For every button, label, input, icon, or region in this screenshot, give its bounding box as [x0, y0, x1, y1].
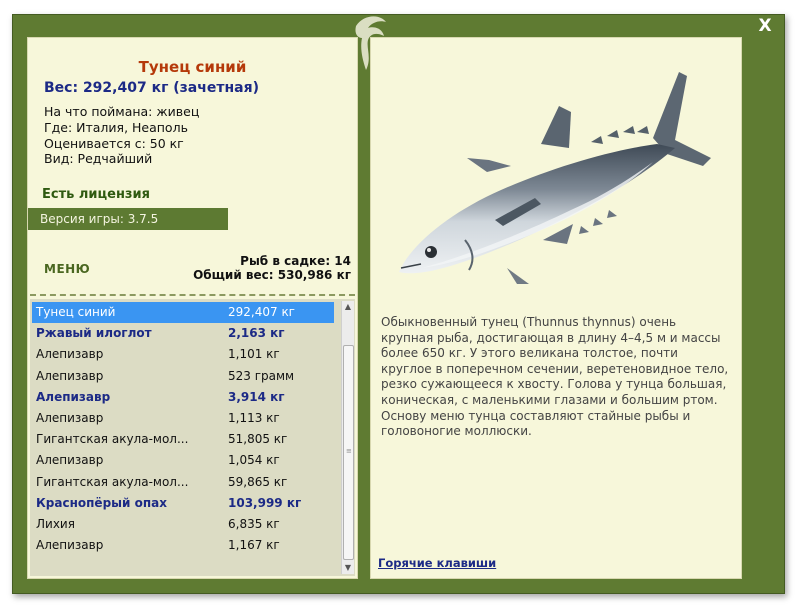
close-button[interactable]: X — [754, 15, 776, 37]
scroll-down-arrow-icon[interactable]: ▼ — [342, 562, 354, 574]
rarity: Вид: Редчайший — [44, 151, 153, 166]
list-item[interactable]: Алепизавр 1,101 кг — [32, 344, 334, 365]
catch-location: Где: Италия, Неаполь — [44, 120, 188, 135]
list-item-weight: 6,835 кг — [228, 516, 280, 531]
list-item-weight: 59,865 кг — [228, 474, 288, 489]
fish-description: Обыкновенный тунец (Thunnus thynnus) оче… — [381, 315, 729, 439]
list-item-name: Алепизавр — [36, 347, 104, 362]
list-item-name: Тунец синий — [36, 305, 116, 319]
list-item[interactable]: Гигантская акула-мол... 51,805 кг — [32, 429, 334, 450]
caught-with: На что поймана: живец — [44, 104, 200, 119]
list-item-name: Алепизавр — [36, 453, 104, 468]
catch-list-rows: Тунец синий 292,407 кг Ржавый илоглот 2,… — [32, 302, 334, 556]
fish-weight: Вес: 292,407 кг (зачетная) — [44, 80, 259, 96]
list-item-weight: 1,101 кг — [228, 347, 280, 362]
list-scrollbar[interactable]: ▲ ≡ ▼ — [341, 301, 354, 574]
list-item[interactable]: Алепизавр 3,914 кг — [32, 387, 334, 408]
list-item-weight: 103,999 кг — [228, 495, 302, 510]
fish-info-panel: Тунец синий Вес: 292,407 кг (зачетная) Н… — [27, 37, 358, 579]
list-item[interactable]: Алепизавр 1,167 кг — [32, 535, 334, 556]
list-item-name: Краснопёрый опах — [36, 495, 167, 510]
list-item-name: Гигантская акула-мол... — [36, 432, 189, 447]
value-threshold: Оценивается с: 50 кг — [44, 136, 184, 151]
game-version: Версия игры: 3.7.5 — [28, 208, 228, 230]
list-item-weight: 3,914 кг — [228, 389, 285, 404]
list-item-name: Лихия — [36, 516, 75, 531]
list-item[interactable]: Ржавый илоглот 2,163 кг — [32, 323, 334, 344]
list-item-weight: 523 грамм — [228, 368, 295, 383]
license-status: Есть лицензия — [42, 187, 150, 202]
list-item-weight: 1,113 кг — [228, 410, 280, 425]
keepnet-count: Рыб в садке: 14 — [240, 254, 351, 268]
fish-name-title: Тунец синий — [138, 58, 247, 76]
scrollbar-thumb[interactable]: ≡ — [343, 345, 354, 560]
dashed-divider — [30, 294, 355, 296]
menu-button[interactable]: МЕНЮ — [44, 262, 90, 276]
list-item-weight: 1,167 кг — [228, 538, 280, 553]
close-icon: X — [758, 16, 772, 36]
list-item-name: Алепизавр — [36, 368, 104, 383]
bluefin-tuna-illustration — [399, 72, 711, 284]
list-item[interactable]: Гигантская акула-мол... 59,865 кг — [32, 472, 334, 493]
list-item-weight: 292,407 кг — [228, 305, 295, 319]
list-item-weight: 1,054 кг — [228, 453, 280, 468]
list-item-name: Алепизавр — [36, 410, 104, 425]
total-weight: Общий вес: 530,986 кг — [193, 268, 351, 282]
list-item-name: Ржавый илоглот — [36, 326, 152, 341]
list-item[interactable]: Краснопёрый опах 103,999 кг — [32, 493, 334, 514]
hotkeys-link[interactable]: Горячие клавиши — [378, 556, 496, 570]
scroll-up-arrow-icon[interactable]: ▲ — [342, 301, 354, 313]
list-item[interactable]: Алепизавр 1,054 кг — [32, 450, 334, 471]
list-item-weight: 2,163 кг — [228, 326, 285, 341]
list-item[interactable]: Алепизавр 523 грамм — [32, 366, 334, 387]
catch-list[interactable]: Тунец синий 292,407 кг Ржавый илоглот 2,… — [30, 299, 355, 576]
scrollbar-grip-icon: ≡ — [346, 447, 352, 455]
list-item-name: Алепизавр — [36, 538, 104, 553]
list-item[interactable]: Алепизавр 1,113 кг — [32, 408, 334, 429]
list-item-weight: 51,805 кг — [228, 432, 288, 447]
fish-description-panel: Обыкновенный тунец (Thunnus thynnus) оче… — [370, 37, 742, 579]
list-item-name: Гигантская акула-мол... — [36, 474, 189, 489]
list-item[interactable]: Тунец синий 292,407 кг — [32, 302, 334, 324]
list-item-name: Алепизавр — [36, 389, 111, 404]
list-item[interactable]: Лихия 6,835 кг — [32, 514, 334, 535]
